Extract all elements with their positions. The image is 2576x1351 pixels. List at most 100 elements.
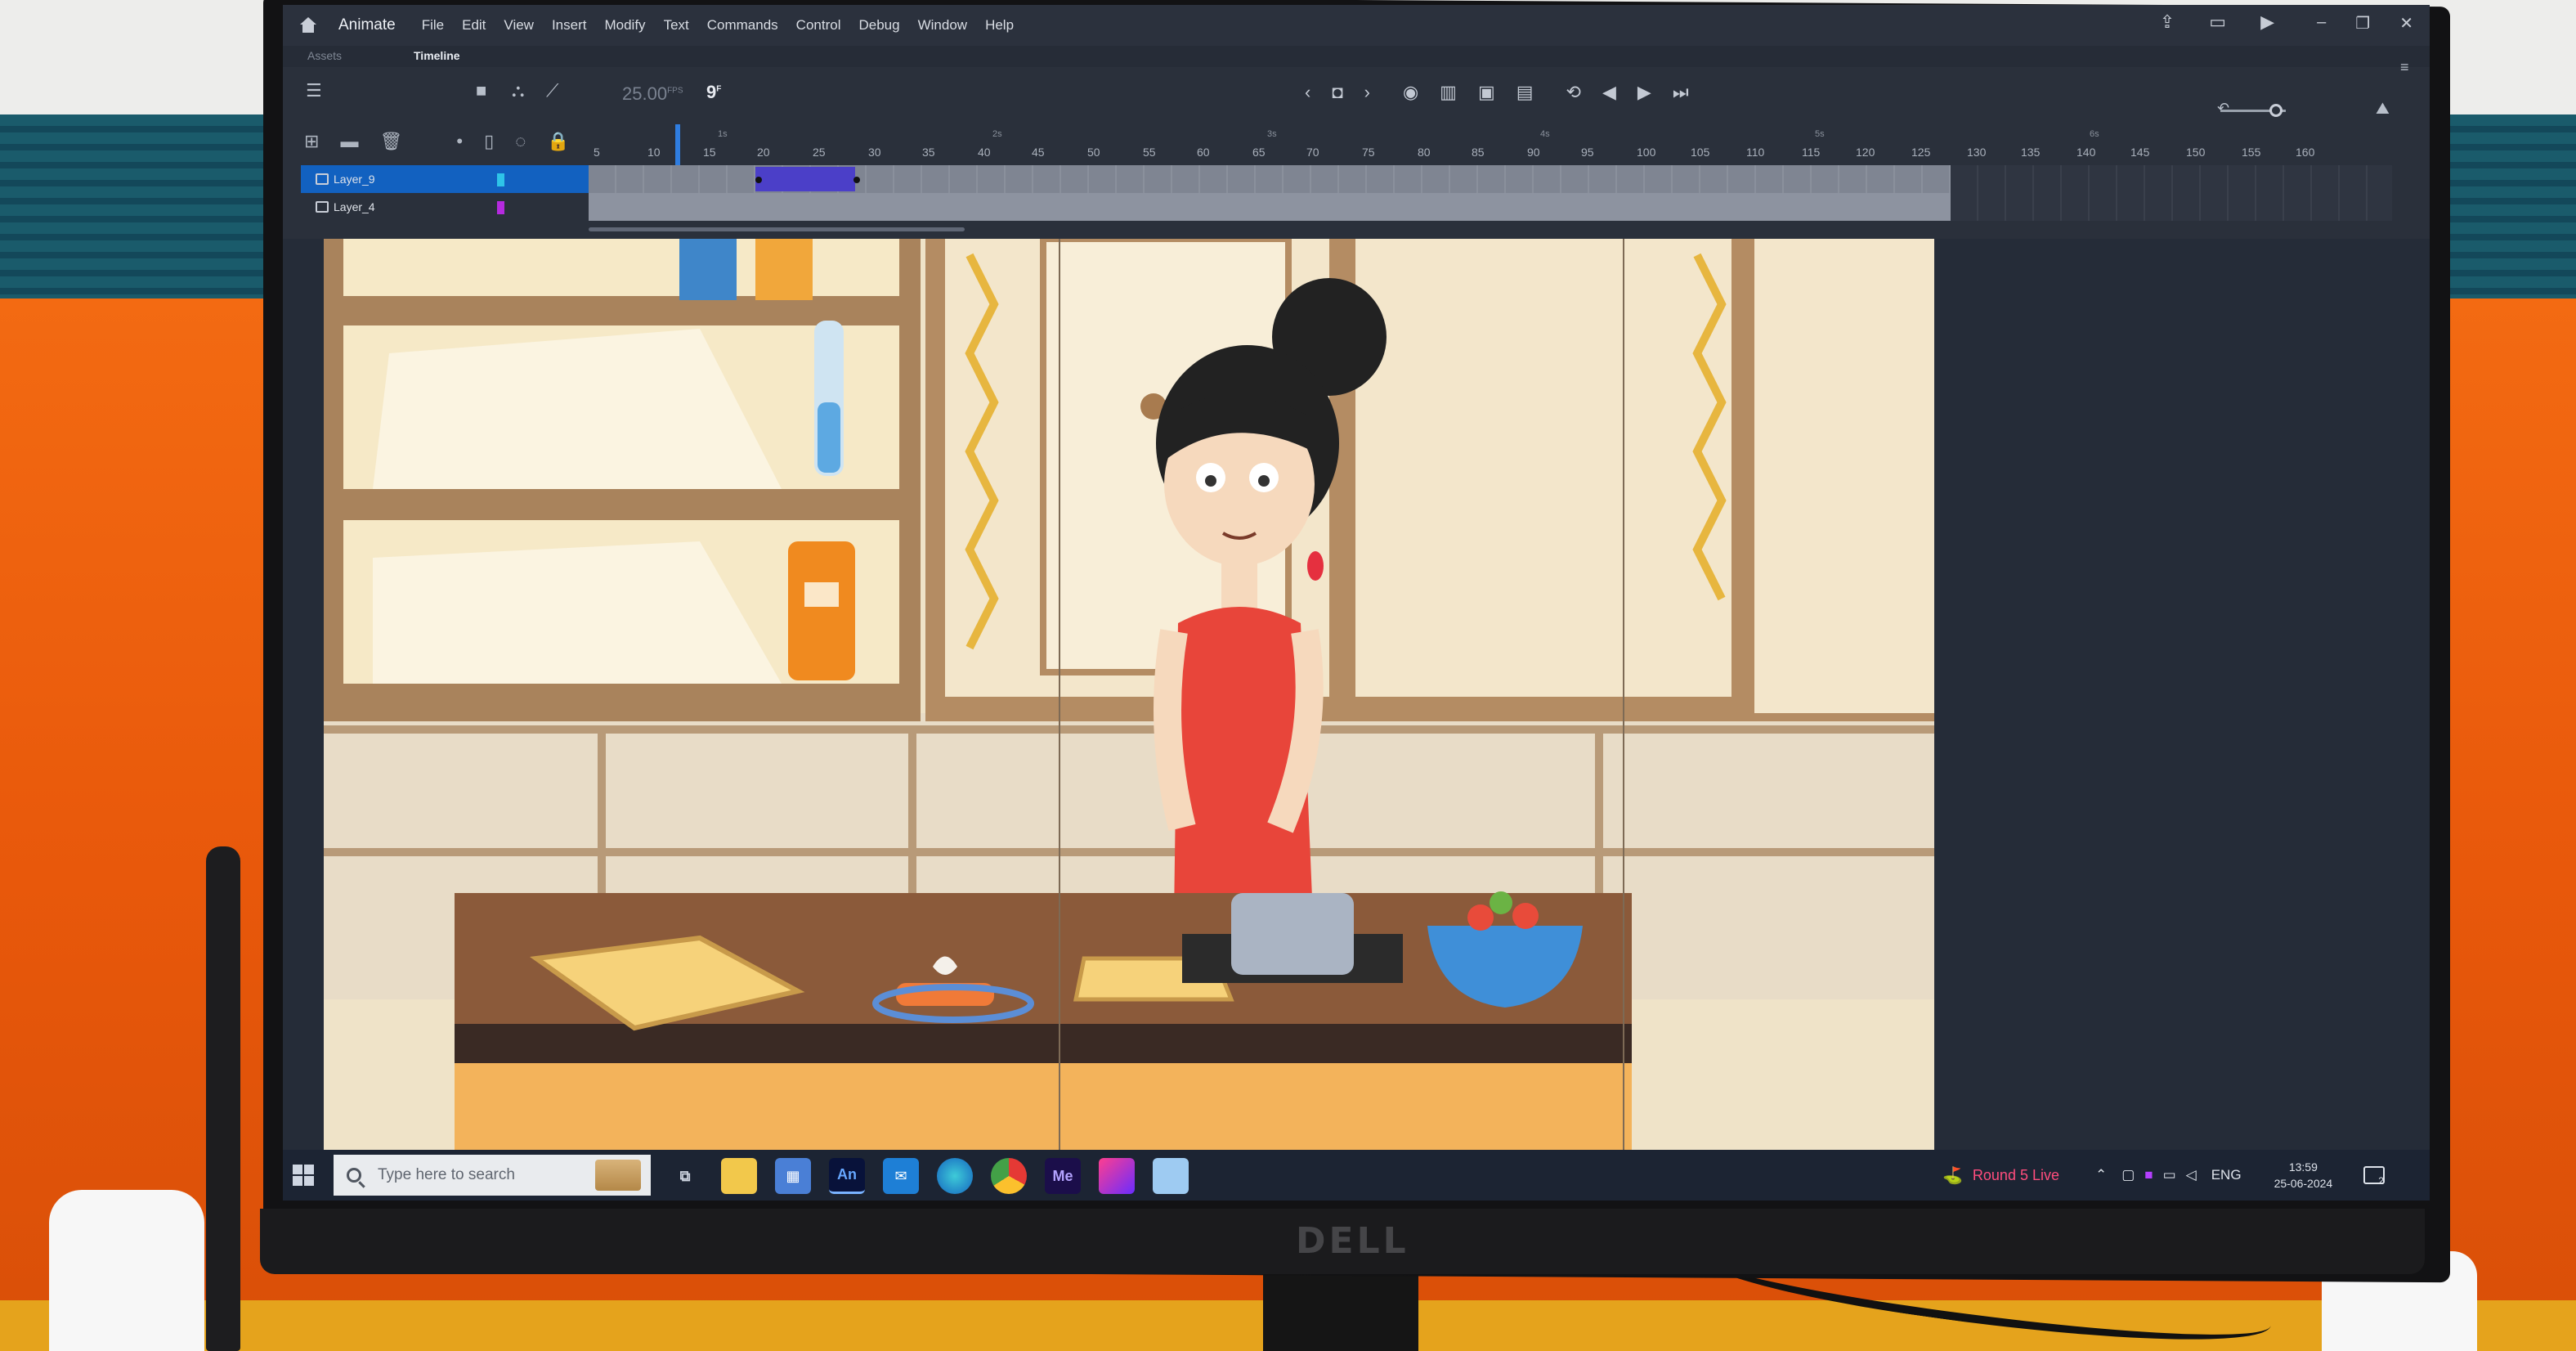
file-explorer-icon[interactable]: [721, 1158, 757, 1194]
menu-debug[interactable]: Debug: [858, 17, 899, 34]
menu-insert[interactable]: Insert: [552, 17, 587, 34]
layer-icon: [316, 201, 329, 213]
panel-menu-icon[interactable]: ≡: [2400, 59, 2409, 76]
delete-layer-icon[interactable]: 🗑: [379, 131, 402, 152]
menu-text[interactable]: Text: [664, 17, 689, 34]
test-movie-icon[interactable]: ▶: [2260, 11, 2274, 33]
outline-icon[interactable]: ▯: [484, 131, 494, 152]
ruler-tick: 110: [1746, 146, 1765, 159]
menu-commands[interactable]: Commands: [707, 17, 778, 34]
layer-parenting-icon[interactable]: ⛬: [512, 80, 524, 101]
golf-icon[interactable]: ⛳: [1942, 1165, 1963, 1186]
restore-icon[interactable]: ❐: [2355, 13, 2370, 34]
camera-icon[interactable]: ■: [476, 80, 486, 101]
ruler-second: 2s: [992, 129, 1002, 139]
ruler-tick: 140: [2076, 146, 2096, 159]
layer-color-swatch[interactable]: [497, 173, 504, 186]
blue-app-icon[interactable]: [1153, 1158, 1189, 1194]
step-forward-icon[interactable]: ⏭: [1673, 82, 1689, 103]
mail-icon[interactable]: ✉: [883, 1158, 919, 1194]
minimize-icon[interactable]: –: [2317, 13, 2326, 34]
insert-keyframe-icon[interactable]: ◘: [1332, 82, 1342, 103]
frame-tracks[interactable]: [589, 165, 1951, 221]
keyframe[interactable]: [755, 177, 762, 183]
ruler-tick: 15: [703, 146, 716, 159]
edge-icon[interactable]: [937, 1158, 973, 1194]
generic-app-icon[interactable]: [1099, 1158, 1135, 1194]
new-layer-icon[interactable]: ⊞: [304, 131, 319, 152]
graph-icon[interactable]: ⟋: [546, 80, 558, 101]
layer-color-swatch[interactable]: [497, 201, 504, 214]
close-icon[interactable]: ✕: [2399, 13, 2413, 34]
tween-span[interactable]: [755, 167, 855, 191]
step-back-icon[interactable]: ◀: [1602, 82, 1616, 103]
search-icon: [347, 1168, 361, 1183]
tab-assets[interactable]: Assets: [307, 49, 342, 62]
tab-timeline[interactable]: Timeline: [414, 49, 460, 62]
layer-row-layer-4[interactable]: Layer_4: [301, 193, 589, 221]
volume-icon[interactable]: ◁: [2186, 1167, 2197, 1183]
layer-name[interactable]: Layer_9: [334, 173, 375, 186]
task-view-icon[interactable]: ⧉: [667, 1158, 703, 1194]
undo-zoom-icon[interactable]: ↶: [2217, 100, 2229, 117]
highlight-icon[interactable]: •: [456, 131, 463, 152]
lock-icon[interactable]: 🔒: [547, 131, 569, 152]
language-indicator[interactable]: ENG: [2211, 1167, 2242, 1183]
animate-app-icon[interactable]: An: [829, 1158, 865, 1194]
keyframe[interactable]: [853, 177, 860, 183]
frame-ruler[interactable]: 5 10 15 20 25 30 35 40 45 50 55 60 65 70…: [587, 129, 2386, 164]
menu-edit[interactable]: Edit: [462, 17, 486, 34]
current-frame[interactable]: 9F: [706, 82, 721, 103]
clock[interactable]: 13:59 25-06-2024: [2274, 1159, 2333, 1192]
menu-bar: Animate File Edit View Insert Modify Tex…: [283, 5, 2430, 46]
chrome-icon[interactable]: [991, 1158, 1027, 1194]
layers-icon[interactable]: ☰: [306, 80, 322, 101]
onion-outline-icon[interactable]: ▥: [1440, 82, 1457, 103]
ruler-second: 6s: [2090, 129, 2099, 139]
ruler-tick: 10: [647, 146, 661, 159]
news-ticker[interactable]: Round 5 Live: [1973, 1167, 2059, 1184]
stage-artboard[interactable]: [324, 239, 1934, 1163]
menu-control[interactable]: Control: [796, 17, 841, 34]
next-keyframe-icon[interactable]: ›: [1364, 82, 1370, 103]
windows-start-icon[interactable]: [293, 1165, 314, 1186]
menu-modify[interactable]: Modify: [604, 17, 645, 34]
media-encoder-icon[interactable]: Me: [1045, 1158, 1081, 1194]
taskbar-search-box[interactable]: Type here to search: [334, 1155, 651, 1196]
share-icon[interactable]: ⇪: [2160, 11, 2175, 33]
new-folder-icon[interactable]: ▬: [340, 131, 358, 152]
hide-icon[interactable]: ◌: [515, 131, 526, 152]
workspace-icon[interactable]: ▭: [2209, 11, 2226, 33]
ruler-tick: 25: [813, 146, 826, 159]
menu-window[interactable]: Window: [918, 17, 967, 34]
prev-keyframe-icon[interactable]: ‹: [1305, 82, 1310, 103]
network-icon[interactable]: ▭: [2163, 1167, 2176, 1183]
clock-date: 25-06-2024: [2274, 1177, 2333, 1190]
menu-help[interactable]: Help: [985, 17, 1014, 34]
ruler-second: 4s: [1540, 129, 1550, 139]
stage-area: [283, 239, 2430, 1163]
track-layer-9[interactable]: [589, 165, 1951, 193]
onion-skin-icon[interactable]: ◉: [1403, 82, 1418, 103]
meet-icon[interactable]: ▢: [2121, 1167, 2135, 1183]
menu-file[interactable]: File: [422, 17, 444, 34]
notification-count: 2: [2378, 1175, 2384, 1187]
home-icon[interactable]: [299, 17, 317, 34]
zoom-fit-icon[interactable]: ⛰: [2376, 100, 2390, 119]
fps-display[interactable]: 25.00FPS: [622, 83, 683, 105]
menu-view[interactable]: View: [504, 17, 534, 34]
tray-chevron-icon[interactable]: ⌃: [2095, 1167, 2107, 1183]
empty-frames[interactable]: [1951, 165, 2392, 221]
zoom-slider-knob[interactable]: [2269, 104, 2283, 117]
frame-span-icon[interactable]: ▤: [1516, 82, 1534, 103]
timeline-scrollbar[interactable]: [589, 227, 965, 231]
app-tray-icon[interactable]: ■: [2144, 1167, 2153, 1183]
ruler-tick: 70: [1306, 146, 1319, 159]
clock-time: 13:59: [2288, 1160, 2318, 1174]
layer-name[interactable]: Layer_4: [334, 200, 375, 213]
layer-row-layer-9[interactable]: Layer_9: [301, 165, 589, 193]
edit-multiple-icon[interactable]: ▣: [1478, 82, 1495, 103]
play-icon[interactable]: ▶: [1637, 82, 1651, 103]
microsoft-store-icon[interactable]: ▦: [775, 1158, 811, 1194]
loop-icon[interactable]: ⟲: [1566, 82, 1581, 103]
